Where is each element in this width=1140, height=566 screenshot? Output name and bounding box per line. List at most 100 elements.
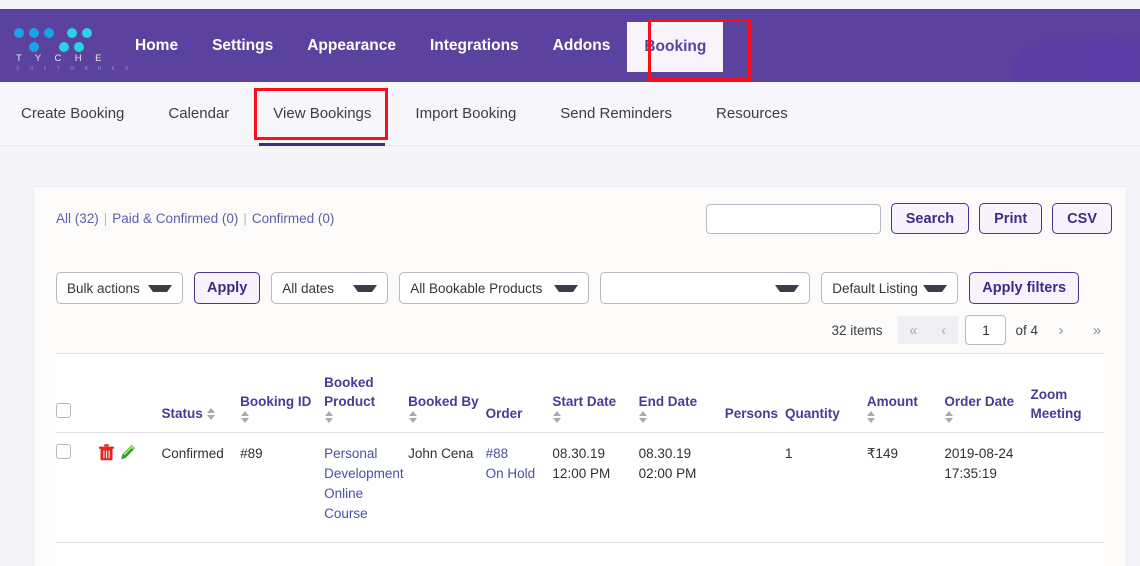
th-amount-label: Amount	[866, 393, 918, 409]
nav-item-home[interactable]: Home	[118, 9, 195, 82]
logo-subwordmark: S O F T W A R E S	[16, 66, 133, 72]
next-page-button[interactable]: ›	[1046, 316, 1076, 344]
th-quantity: Quantity	[785, 354, 867, 433]
sort-icon-status[interactable]	[207, 407, 216, 420]
items-count-label: 32 items	[831, 322, 883, 338]
search-button[interactable]: Search	[890, 203, 970, 234]
sort-icon-end-date[interactable]	[639, 410, 648, 423]
th-status-label: Status	[161, 405, 203, 421]
th-booked-product[interactable]: Booked Product	[324, 354, 409, 433]
secondary-filter-select[interactable]	[600, 272, 811, 304]
sort-icon-start-date[interactable]	[552, 410, 561, 423]
status-filter-links: All (32) | Paid & Confirmed (0) | Confirmed …	[56, 211, 334, 226]
view-link-paid-confirmed[interactable]: Paid & Confirmed (0)	[112, 211, 238, 226]
bulk-actions-value: Bulk actions	[67, 280, 140, 296]
view-link-confirmed[interactable]: Confirmed (0)	[252, 211, 335, 226]
pencil-icon[interactable]	[120, 444, 136, 460]
subnav-item-resources[interactable]: Resources	[694, 82, 810, 146]
pagination: 32 items « ‹ of 4 › »	[831, 315, 1112, 345]
th-quantity-label: Quantity	[785, 405, 840, 421]
cell-persons	[724, 432, 785, 543]
bookings-table: Status Booking ID Booked Product Booked …	[56, 354, 1104, 543]
apply-filters-button[interactable]: Apply filters	[969, 272, 1080, 304]
view-link-separator: |	[103, 211, 108, 226]
cell-end-date: 08.30.19 02:00 PM	[638, 432, 725, 543]
th-start-date-label: Start Date	[552, 393, 617, 409]
select-all-checkbox[interactable]	[56, 402, 71, 418]
sort-icon-amount[interactable]	[867, 410, 876, 423]
nav-item-addons[interactable]: Addons	[536, 9, 628, 82]
subnav-item-view-bookings[interactable]: View Bookings	[251, 82, 393, 146]
sort-icon-booked-by[interactable]	[408, 410, 417, 423]
cell-status: Confirmed	[161, 432, 241, 543]
table-row: Confirmed #89 Personal Development Onlin…	[56, 432, 1104, 543]
th-end-date[interactable]: End Date	[638, 354, 725, 433]
th-order-date[interactable]: Order Date	[944, 354, 1031, 433]
products-filter-value: All Bookable Products	[410, 280, 543, 296]
nav-item-appearance[interactable]: Appearance	[290, 9, 413, 82]
booking-subnav: Create Booking Calendar View Bookings Im…	[0, 82, 1140, 146]
cell-zoom-meeting	[1030, 432, 1104, 543]
th-order: Order	[485, 354, 553, 433]
th-booking-id[interactable]: Booking ID	[240, 354, 325, 433]
dates-filter-select[interactable]: All dates	[271, 272, 389, 304]
trash-icon[interactable]	[99, 443, 115, 461]
nav-item-settings[interactable]: Settings	[195, 9, 290, 82]
chevron-down-icon	[148, 284, 172, 292]
th-persons: Persons	[724, 354, 785, 433]
th-persons-label: Persons	[724, 405, 778, 421]
cell-quantity: 1	[785, 432, 867, 543]
th-order-label: Order	[485, 405, 523, 421]
products-filter-select[interactable]: All Bookable Products	[399, 272, 590, 304]
cell-booked-by: John Cena	[408, 432, 486, 543]
view-link-separator-2: |	[243, 211, 247, 226]
subnav-item-send-reminders[interactable]: Send Reminders	[538, 82, 694, 146]
csv-button[interactable]: CSV	[1052, 203, 1112, 234]
th-actions	[99, 354, 162, 433]
bookings-table-container: Status Booking ID Booked Product Booked …	[56, 353, 1104, 566]
search-input[interactable]	[705, 203, 881, 234]
tyche-softwares-logo[interactable]: T Y C H E S O F T W A R E S	[14, 28, 128, 74]
row-checkbox[interactable]	[56, 443, 71, 459]
row-actions-cell	[99, 432, 162, 543]
cell-order-date: 2019-08-24 17:35:19	[944, 432, 1031, 543]
bookings-panel: All (32) | Paid & Confirmed (0) | Confirmed …	[33, 186, 1127, 566]
nav-item-integrations[interactable]: Integrations	[413, 9, 536, 82]
cell-booked-product: Personal Development Online Course	[324, 432, 409, 543]
nav-item-booking[interactable]: Booking	[627, 22, 724, 72]
subnav-item-calendar[interactable]: Calendar	[146, 82, 251, 146]
first-page-button[interactable]: «	[898, 316, 929, 344]
main-nav: Home Settings Appearance Integrations Ad…	[118, 9, 724, 82]
listing-order-select[interactable]: Default Listing	[821, 272, 959, 304]
top-navigation-bar: T Y C H E S O F T W A R E S Home Setting…	[0, 9, 1140, 82]
cell-order: #88 On Hold	[485, 432, 553, 543]
th-zoom-meeting: Zoom Meeting	[1030, 354, 1104, 433]
sort-icon-booked-product[interactable]	[324, 410, 333, 423]
order-status: On Hold	[485, 465, 536, 481]
chevron-down-icon	[554, 284, 579, 292]
logo-dots	[14, 28, 100, 52]
sort-icon-order-date[interactable]	[944, 410, 953, 423]
th-zoom-meeting-label: Zoom Meeting	[1030, 386, 1082, 421]
last-page-button[interactable]: »	[1082, 316, 1112, 344]
order-link[interactable]: #88	[486, 446, 509, 461]
print-button[interactable]: Print	[979, 203, 1043, 234]
cell-start-date: 08.30.19 12:00 PM	[552, 432, 639, 543]
current-page-input[interactable]	[965, 315, 1007, 345]
dates-filter-value: All dates	[282, 280, 335, 296]
logo-wordmark: T Y C H E	[16, 53, 107, 64]
view-link-all[interactable]: All (32)	[56, 211, 99, 226]
apply-button[interactable]: Apply	[194, 272, 261, 304]
th-amount[interactable]: Amount	[866, 354, 945, 433]
booked-product-link[interactable]: Personal Development Online Course	[324, 446, 404, 521]
subnav-item-create-booking[interactable]: Create Booking	[0, 82, 146, 146]
th-booked-by[interactable]: Booked By	[408, 354, 486, 433]
subnav-item-import-booking[interactable]: Import Booking	[393, 82, 538, 146]
bulk-actions-select[interactable]: Bulk actions	[56, 272, 183, 304]
th-status[interactable]: Status	[161, 354, 241, 433]
sort-icon-booking-id[interactable]	[240, 410, 249, 423]
prev-page-button[interactable]: ‹	[928, 316, 959, 344]
filter-toolbar: Bulk actions Apply All dates All Bookabl…	[56, 272, 1112, 304]
cell-amount: ₹149	[866, 432, 945, 543]
th-start-date[interactable]: Start Date	[552, 354, 639, 433]
